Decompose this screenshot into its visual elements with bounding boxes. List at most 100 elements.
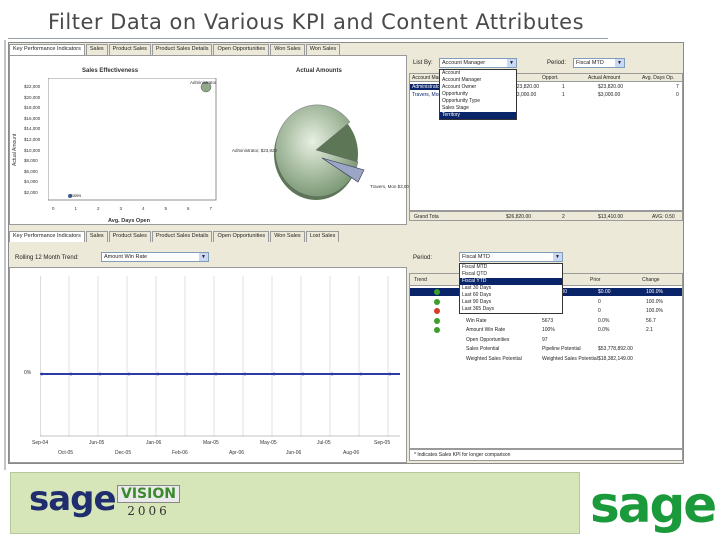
y-tick-label: $6,000 [24,168,38,174]
table-row[interactable]: Weighted Sales Potential Weighted Sales P… [410,355,682,363]
tab-won-sales-bottom[interactable]: Won Sales [270,231,305,242]
kpi-cell: $53,778,892.00 [598,346,633,352]
tab-product-sales-bottom[interactable]: Product Sales [108,231,151,242]
kpi-cell: 0 [598,308,601,314]
trend-point [185,372,189,376]
vision-badge: VISION 2006 [117,485,180,518]
trend-x-tick: Dec-05 [115,450,132,456]
period-option[interactable]: Fiscal MTD [460,264,562,271]
x-tick-label: 3 [119,206,123,211]
kpi-cell: Weighted Sales Potential [542,355,598,362]
trend-y-tick: 0% [24,370,32,376]
trend-point [243,372,247,376]
table-row[interactable]: Win Rate 5673 0.0% 56.7 [410,317,682,325]
trend-x-tick: Jun-05 [89,440,105,446]
period-dropdown: Fiscal MTD Fiscal QTD Fiscal YTD Last 30… [459,263,563,314]
y-tick-label: $22,000 [24,84,41,89]
tab-open-opportunities-bottom[interactable]: Open Opportunities [213,231,270,242]
trend-point [156,372,160,376]
trend-point [272,372,276,376]
period-top-label: Period: [547,60,567,66]
point-label-sales: Sales [70,193,82,198]
sage-logo-text: sage [29,479,117,519]
trend-x-tick: Jul-05 [317,440,331,446]
rolling-trend-select[interactable]: Amount Win Rate ▼ [101,252,209,262]
table-row[interactable]: Sales Potential Pipeline Potential $53,778… [410,345,682,353]
tab-product-sales[interactable]: Product Sales [108,44,151,55]
period-option[interactable]: Last 90 Days [460,299,562,306]
pie-label-travers: Travers, Mon $3,000 [370,184,412,189]
trend-x-tick: Aug-06 [343,450,360,456]
tab-lost-sales-bottom[interactable]: Lost Sales [305,231,340,242]
trend-point [69,372,73,376]
top-grid-total: Grand Tota $26,820.00 2 $13,410.00 AVG: … [409,211,683,221]
chevron-down-icon: ▼ [507,59,516,67]
period-bottom-select[interactable]: Fiscal MTD ▼ [459,252,563,262]
list-by-option[interactable]: Sales Stage [440,105,516,112]
tab-kpi[interactable]: Key Performance Indicators [9,44,85,55]
tab-won-sales-2[interactable]: Won Sales [305,44,341,55]
list-by-option[interactable]: Opportunity Type [440,98,516,105]
y-tick-label: $18,000 [24,105,41,111]
trend-point [388,372,392,376]
table-row[interactable]: Amount Win Rate 100% 0.0% 2.1 [410,326,682,334]
y-tick-label: $20,000 [24,94,41,100]
trend-x-tick: Apr-06 [229,450,245,456]
trend-point [359,372,363,376]
trend-x-tick: Jun-06 [286,450,302,456]
kpi-cell: 0 [598,298,601,305]
tab-open-opportunities[interactable]: Open Opportunities [213,44,270,55]
period-option[interactable]: Last 30 Days [460,285,562,292]
kpi-cell: $0.00 [598,289,611,295]
actual-amounts-title: Actual Amounts [296,68,342,74]
y-tick-label: $16,000 [24,115,41,121]
tab-product-sales-details[interactable]: Product Sales Details [151,44,213,55]
period-top-select[interactable]: Fiscal MTD ▼ [573,58,625,68]
list-by-option[interactable]: Account Manager [440,77,516,84]
trend-point [127,372,131,376]
kpi-footnote-bar: * Indicates Sales KPI for longer compari… [409,449,683,461]
bottom-tab-strip: Key Performance Indicators Sales Product… [9,231,340,242]
trend-x-tick: May-05 [260,440,277,446]
vision-year: 2006 [127,504,170,518]
trend-point [330,372,334,376]
trend-x-tick: Sep-05 [374,440,391,446]
list-by-option-selected[interactable]: Territory [440,112,516,119]
period-option[interactable]: Last 60 Days [460,292,562,299]
list-by-option[interactable]: Account [440,70,516,77]
trend-x-tick: Jan-06 [146,440,162,446]
trend-status-icon [434,317,440,324]
x-tick-label: 0 [52,206,55,211]
y-tick-label: $14,000 [24,126,41,132]
period-option[interactable]: Last 365 Days [460,306,562,313]
trend-x-tick: Oct-05 [58,450,74,456]
x-tick-label: 6 [187,206,190,211]
tab-kpi-bottom[interactable]: Key Performance Indicators [9,231,85,242]
tab-sales[interactable]: Sales [85,44,108,55]
trend-status-icon [434,327,440,333]
tab-product-sales-details-bottom[interactable]: Product Sales Details [151,231,213,242]
kpi-cell: 0.0% [598,327,610,333]
list-by-select[interactable]: Account Manager ▼ [439,58,517,68]
chevron-down-icon: ▼ [615,59,624,67]
trend-x-tick: Sep-04 [32,440,49,446]
list-by-option[interactable]: Account Owner [440,84,516,91]
trend-x-tick: Feb-06 [172,450,188,456]
kpi-cell: Pipeline Potential [542,346,581,352]
y-axis-label: Actual Amount [12,133,18,166]
trend-x-tick: Mar-05 [203,440,219,446]
kpi-cell: 100.0% [646,298,663,305]
sales-effectiveness-title: Sales Effectiveness [82,68,139,74]
period-option-selected[interactable]: Fiscal YTD [460,278,562,285]
kpi-cell: $18,382,149.00 [598,355,633,362]
list-by-option[interactable]: Opportunity [440,91,516,98]
y-tick-label: $4,000 [24,179,38,185]
kpi-cell: 56.7 [646,317,656,324]
table-row[interactable]: Open Opportunities 97 [410,336,682,344]
top-charts-panel: Sales Effectiveness Actual Amount $22,00… [9,55,411,225]
list-by-dropdown: Account Account Manager Account Owner Op… [439,69,517,120]
y-tick-label: $8,000 [24,158,38,164]
tab-sales-bottom[interactable]: Sales [85,231,108,242]
tab-won-sales[interactable]: Won Sales [270,44,305,55]
period-option[interactable]: Fiscal QTD [460,271,562,278]
